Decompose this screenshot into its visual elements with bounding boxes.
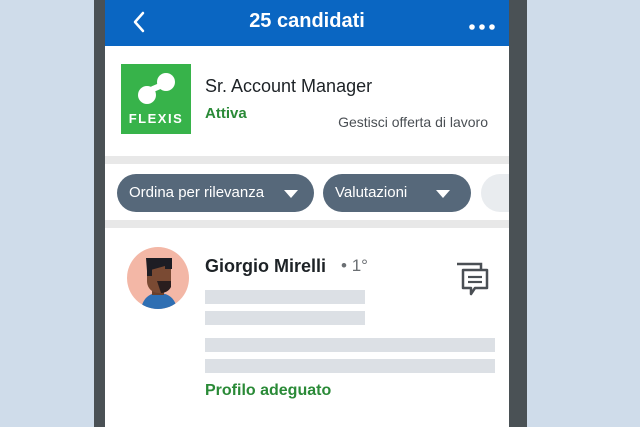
match-status-label: Profilo adeguato [205, 382, 332, 399]
chip-label: Ordina per rilevanza [129, 184, 265, 201]
caret-down-icon [436, 190, 450, 198]
page-title: 25 candidati [249, 10, 365, 32]
flexis-logo-mark-icon [138, 73, 175, 104]
separator-dot: • [341, 256, 347, 275]
ellipsis-icon[interactable] [469, 24, 495, 30]
job-summary: FLEXIS Sr. Account Manager Attiva Gestis… [105, 46, 509, 156]
job-title[interactable]: Sr. Account Manager [205, 76, 372, 97]
avatar[interactable] [127, 247, 189, 309]
chip-label: Valutazioni [335, 184, 408, 201]
caret-down-icon [284, 190, 298, 198]
candidate-name[interactable]: Giorgio Mirelli [205, 256, 326, 277]
detail-placeholder [205, 359, 495, 373]
sort-by-relevance-chip[interactable]: Ordina per rilevanza [117, 174, 314, 212]
app-screen: 25 candidati FLEXIS Sr. Account Manager … [105, 0, 509, 427]
filter-bar: Ordina per rilevanza Valutazioni [105, 164, 509, 220]
person-illustration-icon [141, 258, 177, 309]
top-bar: 25 candidati [105, 0, 509, 46]
candidate-card[interactable]: Giorgio Mirelli • 1° Profilo adeguato [105, 228, 509, 427]
ratings-chip[interactable]: Valutazioni [323, 174, 471, 212]
more-filters-chip[interactable] [481, 174, 509, 212]
company-logo: FLEXIS [121, 64, 191, 134]
message-button[interactable] [441, 252, 495, 306]
message-icon [457, 262, 489, 296]
manage-job-link[interactable]: Gestisci offerta di lavoro [338, 114, 488, 130]
section-divider [105, 220, 509, 228]
degree-label: 1° [351, 256, 368, 275]
detail-placeholder [205, 338, 495, 352]
company-logo-text: FLEXIS [128, 111, 184, 126]
connection-degree: • 1° [341, 256, 368, 276]
location-placeholder [205, 311, 365, 325]
section-divider [105, 156, 509, 164]
headline-placeholder [205, 290, 365, 304]
job-status-badge: Attiva [205, 105, 247, 122]
